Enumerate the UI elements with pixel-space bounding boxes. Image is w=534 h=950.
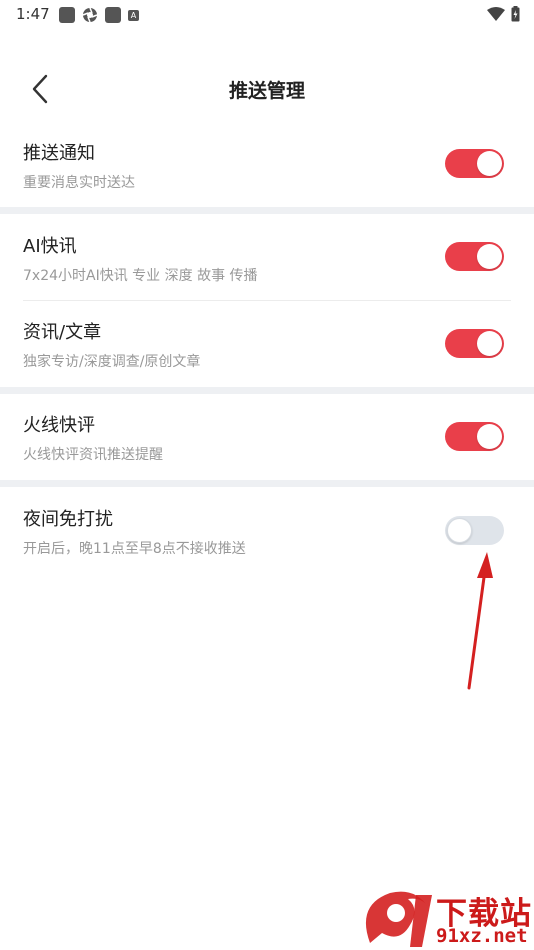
- setting-row-push-notification: 推送通知 重要消息实时送达: [0, 130, 534, 207]
- setting-title: AI快讯: [23, 236, 77, 257]
- setting-row-hot-comment: 火线快评 火线快评资讯推送提醒: [0, 394, 534, 480]
- header: 推送管理: [0, 60, 534, 118]
- push-notification-toggle[interactable]: [445, 149, 504, 178]
- setting-subtitle: 火线快评资讯推送提醒: [23, 447, 163, 463]
- section-divider: [0, 480, 534, 487]
- setting-subtitle: 开启后，晚11点至早8点不接收推送: [23, 541, 246, 557]
- setting-subtitle: 7x24小时AI快讯 专业 深度 故事 传播: [23, 268, 258, 284]
- notification-a-icon: A: [128, 9, 139, 21]
- status-time: 1:47: [16, 5, 50, 23]
- setting-subtitle: 独家专访/深度调查/原创文章: [23, 354, 201, 370]
- notification-app-icon: [59, 7, 75, 23]
- notification-app-icon-2: [105, 7, 121, 23]
- status-bar: 1:47 A: [0, 0, 534, 30]
- setting-row-do-not-disturb: 夜间免打扰 开启后，晚11点至早8点不接收推送: [0, 487, 534, 573]
- annotation-arrow-icon: [467, 552, 493, 690]
- setting-row-articles: 资讯/文章 独家专访/深度调查/原创文章: [0, 301, 534, 387]
- setting-title: 火线快评: [23, 415, 95, 436]
- setting-subtitle: 重要消息实时送达: [23, 175, 135, 191]
- articles-toggle[interactable]: [445, 329, 504, 358]
- setting-title: 推送通知: [23, 143, 95, 164]
- push-management-screen: 1:47 A 推送管理 推送通知 重要消息实时送达 AI快讯 7x24小时AI快…: [0, 0, 534, 950]
- battery-icon: [511, 6, 520, 22]
- setting-title: 夜间免打扰: [23, 509, 113, 530]
- notification-icons: A: [59, 7, 139, 23]
- toggle-knob: [477, 331, 502, 356]
- toggle-knob: [477, 244, 502, 269]
- watermark-url: 91xz.net: [436, 925, 528, 947]
- system-icons: [487, 6, 520, 22]
- toggle-knob: [477, 151, 502, 176]
- page-title: 推送管理: [228, 80, 305, 102]
- wifi-icon: [487, 7, 505, 21]
- hot-comment-toggle[interactable]: [445, 422, 504, 451]
- section-divider: [0, 387, 534, 394]
- setting-title: 资讯/文章: [23, 322, 102, 343]
- setting-row-ai-flash: AI快讯 7x24小时AI快讯 专业 深度 故事 传播: [0, 214, 534, 300]
- notification-shutter-icon: [82, 7, 98, 23]
- section-divider: [0, 207, 534, 214]
- ai-flash-toggle[interactable]: [445, 242, 504, 271]
- toggle-knob: [477, 424, 502, 449]
